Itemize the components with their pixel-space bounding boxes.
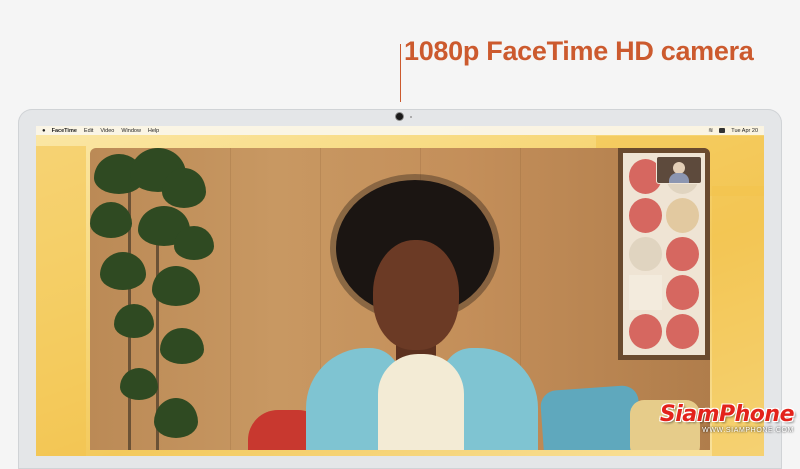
self-view-body [669,173,689,183]
siamphone-watermark: SiamPhone WWW.SIAMPHONE.COM [659,402,795,435]
menu-item-help[interactable]: Help [148,128,159,134]
painting-disc [666,275,699,311]
painting-disc [629,236,662,272]
menu-item-video[interactable]: Video [100,128,114,134]
painting-disc [666,314,699,349]
menu-app-name[interactable]: FaceTime [52,128,77,134]
leaf [174,226,214,260]
painting-disc [666,236,699,272]
painting-disc [629,197,662,233]
facetime-self-view[interactable] [656,156,702,184]
painting-disc [666,197,699,233]
control-center-icon[interactable] [719,128,726,133]
caller-shirt [378,354,464,450]
wall-plank [230,148,231,450]
watermark-url: WWW.SIAMPHONE.COM [702,427,794,434]
menu-datetime[interactable]: Tue Apr 20 [731,128,758,134]
painting-block [629,275,662,311]
facetime-call-window [90,148,710,450]
camera-icon [396,113,403,120]
blue-cushion [539,384,643,450]
leaf [160,328,204,364]
wifi-icon[interactable]: ≋ [708,127,713,134]
leaf [154,398,198,438]
callout-line [400,44,401,102]
caller-face [373,240,459,350]
leaf [152,266,200,306]
leaf [120,368,158,400]
menu-item-window[interactable]: Window [121,128,141,134]
leaf [90,202,132,238]
camera-indicator-light [410,116,412,118]
wallpaper-shape [36,146,86,456]
headline: 1080p FaceTime HD camera [404,36,754,66]
apple-icon[interactable]: ● [42,128,46,134]
watermark-brand: SiamPhone [659,402,795,427]
leaf [114,304,154,338]
painting-disc [629,314,662,349]
menu-item-edit[interactable]: Edit [84,128,93,134]
leaf [100,252,146,290]
leaf [162,168,206,208]
menu-bar: ● FaceTime Edit Video Window Help ≋ Tue … [36,126,764,135]
